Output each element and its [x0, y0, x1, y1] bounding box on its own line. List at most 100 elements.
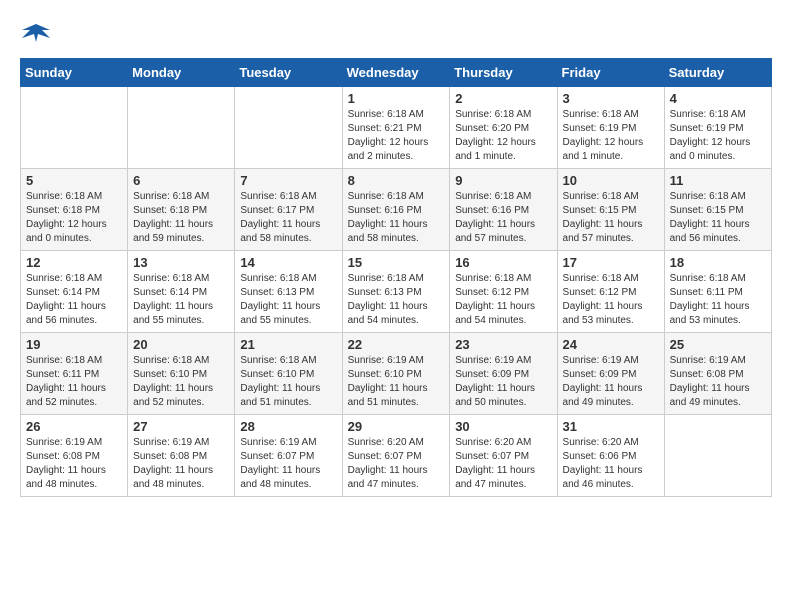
day-info: Sunrise: 6:18 AM Sunset: 6:13 PM Dayligh…	[240, 272, 336, 328]
logo-bird-icon	[22, 20, 50, 48]
day-info: Sunrise: 6:18 AM Sunset: 6:18 PM Dayligh…	[26, 190, 122, 246]
column-header-monday: Monday	[128, 59, 235, 87]
day-info: Sunrise: 6:19 AM Sunset: 6:08 PM Dayligh…	[133, 436, 229, 492]
calendar-cell: 2 Sunrise: 6:18 AM Sunset: 6:20 PM Daylig…	[450, 87, 557, 169]
day-number: 31	[563, 419, 659, 434]
calendar-cell: 6 Sunrise: 6:18 AM Sunset: 6:18 PM Daylig…	[128, 169, 235, 251]
calendar-cell: 19 Sunrise: 6:18 AM Sunset: 6:11 PM Dayli…	[21, 333, 128, 415]
calendar-cell	[128, 87, 235, 169]
day-info: Sunrise: 6:18 AM Sunset: 6:17 PM Dayligh…	[240, 190, 336, 246]
day-info: Sunrise: 6:18 AM Sunset: 6:16 PM Dayligh…	[455, 190, 551, 246]
calendar-cell: 15Sunrise: 6:18 AM Sunset: 6:13 PM Dayli…	[342, 251, 450, 333]
day-info: Sunrise: 6:19 AM Sunset: 6:09 PM Dayligh…	[563, 354, 659, 410]
day-number: 8	[348, 173, 445, 188]
calendar-week-row: 26Sunrise: 6:19 AM Sunset: 6:08 PM Dayli…	[21, 415, 772, 497]
calendar-cell: 12 Sunrise: 6:18 AM Sunset: 6:14 PM Dayli…	[21, 251, 128, 333]
calendar-cell: 14 Sunrise: 6:18 AM Sunset: 6:13 PM Dayli…	[235, 251, 342, 333]
column-header-thursday: Thursday	[450, 59, 557, 87]
day-info: Sunrise: 6:18 AM Sunset: 6:10 PM Dayligh…	[133, 354, 229, 410]
day-number: 13	[133, 255, 229, 270]
day-info: Sunrise: 6:18 AM Sunset: 6:21 PM Dayligh…	[348, 108, 445, 164]
day-number: 2	[455, 91, 551, 106]
calendar-cell	[664, 415, 771, 497]
calendar-cell: 7 Sunrise: 6:18 AM Sunset: 6:17 PM Daylig…	[235, 169, 342, 251]
calendar-cell: 30Sunrise: 6:20 AM Sunset: 6:07 PM Dayli…	[450, 415, 557, 497]
logo	[20, 20, 50, 48]
calendar-cell: 10Sunrise: 6:18 AM Sunset: 6:15 PM Dayli…	[557, 169, 664, 251]
day-number: 23	[455, 337, 551, 352]
calendar-week-row: 5 Sunrise: 6:18 AM Sunset: 6:18 PM Daylig…	[21, 169, 772, 251]
day-number: 6	[133, 173, 229, 188]
column-header-friday: Friday	[557, 59, 664, 87]
day-info: Sunrise: 6:18 AM Sunset: 6:13 PM Dayligh…	[348, 272, 445, 328]
day-number: 30	[455, 419, 551, 434]
day-number: 21	[240, 337, 336, 352]
calendar-cell: 23Sunrise: 6:19 AM Sunset: 6:09 PM Dayli…	[450, 333, 557, 415]
day-number: 12	[26, 255, 122, 270]
calendar-cell: 20 Sunrise: 6:18 AM Sunset: 6:10 PM Dayli…	[128, 333, 235, 415]
day-number: 9	[455, 173, 551, 188]
day-number: 16	[455, 255, 551, 270]
day-number: 18	[670, 255, 766, 270]
calendar-cell	[21, 87, 128, 169]
day-info: Sunrise: 6:18 AM Sunset: 6:18 PM Dayligh…	[133, 190, 229, 246]
day-info: Sunrise: 6:18 AM Sunset: 6:11 PM Dayligh…	[670, 272, 766, 328]
day-number: 3	[563, 91, 659, 106]
day-info: Sunrise: 6:18 AM Sunset: 6:20 PM Dayligh…	[455, 108, 551, 164]
calendar-cell: 4Sunrise: 6:18 AM Sunset: 6:19 PM Daylig…	[664, 87, 771, 169]
calendar-cell: 26Sunrise: 6:19 AM Sunset: 6:08 PM Dayli…	[21, 415, 128, 497]
day-info: Sunrise: 6:18 AM Sunset: 6:15 PM Dayligh…	[670, 190, 766, 246]
day-number: 11	[670, 173, 766, 188]
calendar-cell: 8 Sunrise: 6:18 AM Sunset: 6:16 PM Daylig…	[342, 169, 450, 251]
calendar-cell: 13 Sunrise: 6:18 AM Sunset: 6:14 PM Dayli…	[128, 251, 235, 333]
day-info: Sunrise: 6:18 AM Sunset: 6:10 PM Dayligh…	[240, 354, 336, 410]
day-info: Sunrise: 6:18 AM Sunset: 6:19 PM Dayligh…	[670, 108, 766, 164]
calendar-cell: 3Sunrise: 6:18 AM Sunset: 6:19 PM Daylig…	[557, 87, 664, 169]
calendar-cell: 11 Sunrise: 6:18 AM Sunset: 6:15 PM Dayli…	[664, 169, 771, 251]
calendar-cell: 1 Sunrise: 6:18 AM Sunset: 6:21 PM Daylig…	[342, 87, 450, 169]
page-header	[20, 20, 772, 48]
day-number: 7	[240, 173, 336, 188]
calendar-cell: 28 Sunrise: 6:19 AM Sunset: 6:07 PM Dayli…	[235, 415, 342, 497]
day-number: 28	[240, 419, 336, 434]
calendar-header-row: SundayMondayTuesdayWednesdayThursdayFrid…	[21, 59, 772, 87]
day-number: 29	[348, 419, 445, 434]
calendar-cell: 21 Sunrise: 6:18 AM Sunset: 6:10 PM Dayli…	[235, 333, 342, 415]
calendar-week-row: 12 Sunrise: 6:18 AM Sunset: 6:14 PM Dayli…	[21, 251, 772, 333]
calendar-cell: 29 Sunrise: 6:20 AM Sunset: 6:07 PM Dayli…	[342, 415, 450, 497]
day-info: Sunrise: 6:19 AM Sunset: 6:08 PM Dayligh…	[670, 354, 766, 410]
day-number: 25	[670, 337, 766, 352]
calendar-week-row: 19 Sunrise: 6:18 AM Sunset: 6:11 PM Dayli…	[21, 333, 772, 415]
calendar-cell: 9 Sunrise: 6:18 AM Sunset: 6:16 PM Daylig…	[450, 169, 557, 251]
day-info: Sunrise: 6:18 AM Sunset: 6:11 PM Dayligh…	[26, 354, 122, 410]
calendar-table: SundayMondayTuesdayWednesdayThursdayFrid…	[20, 58, 772, 497]
calendar-cell: 5 Sunrise: 6:18 AM Sunset: 6:18 PM Daylig…	[21, 169, 128, 251]
day-info: Sunrise: 6:20 AM Sunset: 6:07 PM Dayligh…	[348, 436, 445, 492]
day-number: 10	[563, 173, 659, 188]
column-header-wednesday: Wednesday	[342, 59, 450, 87]
day-info: Sunrise: 6:18 AM Sunset: 6:14 PM Dayligh…	[26, 272, 122, 328]
calendar-cell: 27 Sunrise: 6:19 AM Sunset: 6:08 PM Dayli…	[128, 415, 235, 497]
day-info: Sunrise: 6:19 AM Sunset: 6:07 PM Dayligh…	[240, 436, 336, 492]
column-header-saturday: Saturday	[664, 59, 771, 87]
calendar-cell: 16Sunrise: 6:18 AM Sunset: 6:12 PM Dayli…	[450, 251, 557, 333]
day-number: 20	[133, 337, 229, 352]
calendar-cell: 24Sunrise: 6:19 AM Sunset: 6:09 PM Dayli…	[557, 333, 664, 415]
calendar-cell: 22Sunrise: 6:19 AM Sunset: 6:10 PM Dayli…	[342, 333, 450, 415]
column-header-tuesday: Tuesday	[235, 59, 342, 87]
calendar-cell: 25 Sunrise: 6:19 AM Sunset: 6:08 PM Dayli…	[664, 333, 771, 415]
day-number: 19	[26, 337, 122, 352]
day-number: 27	[133, 419, 229, 434]
day-number: 14	[240, 255, 336, 270]
day-number: 1	[348, 91, 445, 106]
day-info: Sunrise: 6:19 AM Sunset: 6:08 PM Dayligh…	[26, 436, 122, 492]
day-info: Sunrise: 6:18 AM Sunset: 6:14 PM Dayligh…	[133, 272, 229, 328]
calendar-cell: 17Sunrise: 6:18 AM Sunset: 6:12 PM Dayli…	[557, 251, 664, 333]
calendar-week-row: 1 Sunrise: 6:18 AM Sunset: 6:21 PM Daylig…	[21, 87, 772, 169]
day-info: Sunrise: 6:20 AM Sunset: 6:06 PM Dayligh…	[563, 436, 659, 492]
day-info: Sunrise: 6:18 AM Sunset: 6:16 PM Dayligh…	[348, 190, 445, 246]
calendar-cell: 31 Sunrise: 6:20 AM Sunset: 6:06 PM Dayli…	[557, 415, 664, 497]
column-header-sunday: Sunday	[21, 59, 128, 87]
day-number: 5	[26, 173, 122, 188]
day-info: Sunrise: 6:18 AM Sunset: 6:12 PM Dayligh…	[563, 272, 659, 328]
